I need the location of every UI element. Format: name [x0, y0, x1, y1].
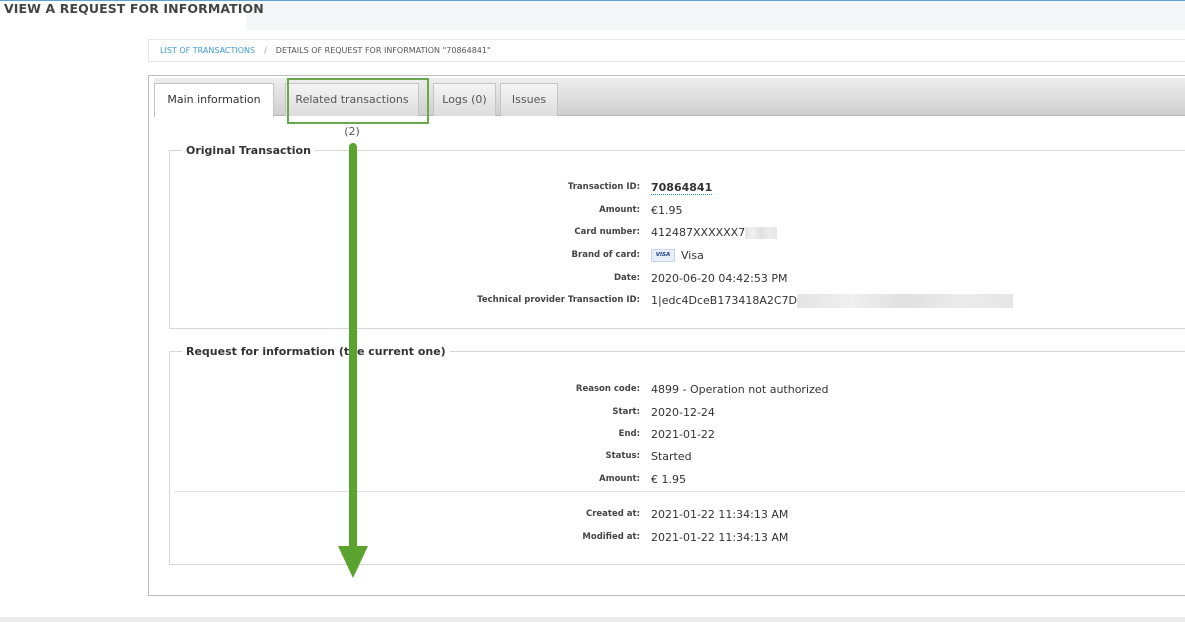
breadcrumb-separator: /	[264, 46, 267, 55]
request-amount-value: € 1.95	[651, 473, 686, 486]
status-label: Status:	[605, 451, 641, 461]
amount-label: Amount:	[599, 205, 640, 215]
details-panel: Main information Related transactions (2…	[148, 75, 1185, 596]
breadcrumb-link-transactions[interactable]: LIST OF TRANSACTIONS	[160, 46, 255, 55]
footer-strip	[0, 617, 1185, 622]
status-value: Started	[651, 450, 692, 463]
date-label: Date:	[613, 273, 640, 283]
request-info-legend: Request for information (the current one…	[186, 345, 446, 358]
breadcrumb: LIST OF TRANSACTIONS / DETAILS OF REQUEST …	[148, 39, 1185, 62]
card-number-label: Card number:	[574, 227, 640, 237]
amount-value: €1.95	[651, 204, 683, 217]
redacted-provider-id	[797, 294, 1013, 308]
tech-provider-id-label: Technical provider Transaction ID:	[477, 295, 640, 305]
date-value: 2020-06-20 04:42:53 PM	[651, 272, 788, 285]
tech-provider-id-value: 1|edc4DceB173418A2C7D	[651, 294, 797, 307]
original-transaction-legend: Original Transaction	[186, 144, 311, 157]
created-at-label: Created at:	[585, 509, 640, 519]
field-row-date: Date: 2020-06-20 04:42:53 PM	[149, 271, 1149, 291]
visa-card-icon: VISA	[651, 248, 675, 262]
field-row-end: End: 2021-01-22	[149, 427, 1149, 447]
request-amount-label: Amount:	[599, 474, 640, 484]
reason-code-label: Reason code:	[575, 384, 640, 394]
tab-related-transactions[interactable]: Related transactions (2)	[285, 83, 419, 138]
brand-value: Visa	[681, 249, 704, 262]
start-value: 2020-12-24	[651, 406, 715, 419]
page-title: VIEW A REQUEST FOR INFORMATION	[4, 1, 264, 16]
transaction-id-link[interactable]: 70864841	[651, 181, 713, 195]
field-row-card-number: Card number: 412487XXXXXX7	[149, 225, 1149, 245]
modified-at-value: 2021-01-22 11:34:13 AM	[651, 531, 789, 544]
field-row-reason-code: Reason code: 4899 - Operation not author…	[149, 382, 1149, 402]
tab-strip: Main information Related transactions (2…	[154, 78, 1185, 138]
card-number-value: 412487XXXXXX7	[651, 226, 746, 239]
tab-logs[interactable]: Logs (0)	[433, 83, 496, 116]
reason-code-value: 4899 - Operation not authorized	[651, 383, 829, 396]
field-row-amount-request: Amount: € 1.95	[149, 472, 1149, 492]
field-row-status: Status: Started	[149, 449, 1149, 469]
field-row-transaction-id: Transaction ID: 70864841	[149, 180, 1149, 200]
end-label: End:	[618, 429, 640, 439]
field-row-modified-at: Modified at: 2021-01-22 11:34:13 AM	[149, 530, 1149, 550]
transaction-id-label: Transaction ID:	[567, 182, 640, 192]
header-bar	[246, 1, 1185, 30]
arrow-down-icon	[338, 546, 368, 578]
redacted-card-digits	[745, 227, 778, 239]
section-divider	[174, 491, 1185, 492]
field-row-tech-provider-id: Technical provider Transaction ID: 1|edc…	[149, 293, 1149, 313]
field-row-created-at: Created at: 2021-01-22 11:34:13 AM	[149, 507, 1149, 527]
arrow-annotation-shaft	[349, 143, 357, 553]
created-at-value: 2021-01-22 11:34:13 AM	[651, 508, 789, 521]
end-value: 2021-01-22	[651, 428, 715, 441]
brand-label: Brand of card:	[571, 250, 640, 260]
start-label: Start:	[612, 407, 640, 417]
breadcrumb-current: DETAILS OF REQUEST FOR INFORMATION "7086…	[275, 46, 491, 55]
modified-at-label: Modified at:	[582, 532, 640, 542]
tab-main-information[interactable]: Main information	[154, 83, 274, 117]
field-row-amount: Amount: €1.95	[149, 203, 1149, 223]
field-row-brand: Brand of card: VISA Visa	[149, 248, 1149, 268]
field-row-start: Start: 2020-12-24	[149, 405, 1149, 425]
tab-issues[interactable]: Issues	[500, 83, 558, 116]
